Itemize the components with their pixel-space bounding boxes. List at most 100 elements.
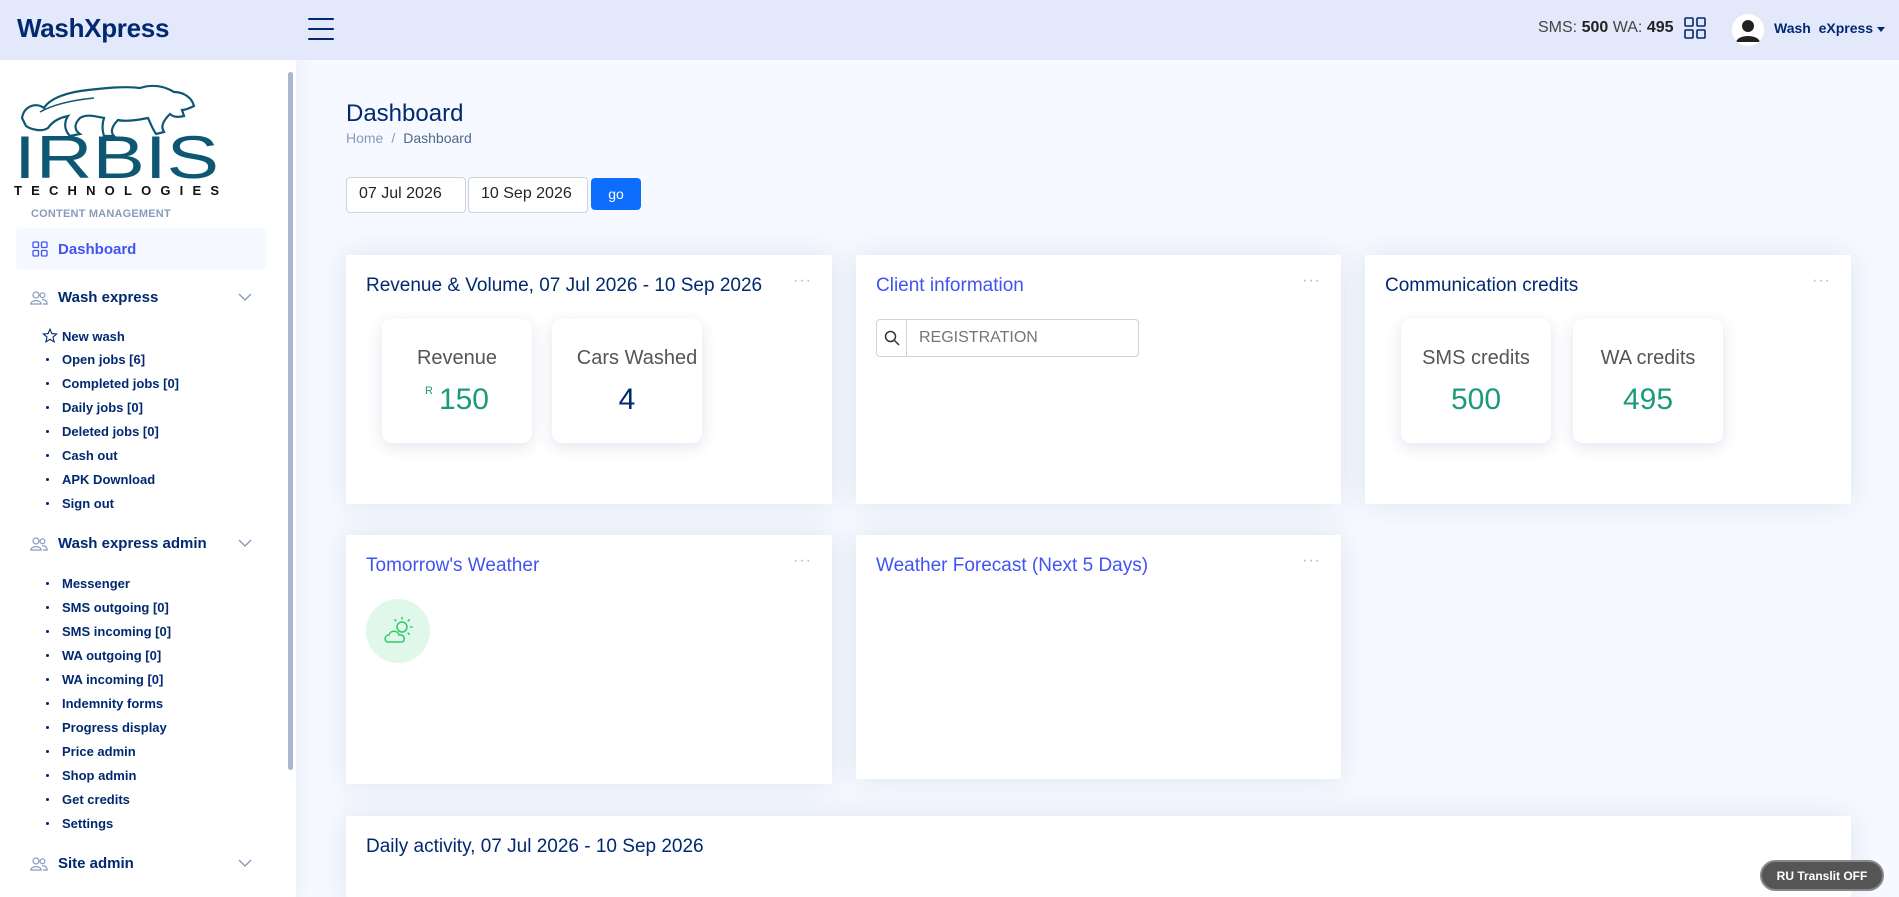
sidebar-item-label: Indemnity forms <box>62 696 164 711</box>
currency-symbol: R <box>424 385 433 397</box>
caret-down-icon <box>1877 26 1886 32</box>
revenue-card: Revenue & Volume, 07 Jul 2026 - 10 Sep 2… <box>346 255 832 504</box>
user-menu[interactable]: Wash eXpress <box>1774 20 1886 36</box>
sidebar-scrollbar[interactable] <box>288 72 293 770</box>
sidebar-item-label: Settings <box>62 816 114 831</box>
revenue-stat: Revenue R 150 <box>382 319 532 443</box>
sidebar-item-label: New wash <box>62 328 125 344</box>
sidebar-item-cash-out[interactable]: Cash out <box>46 448 118 463</box>
sidebar-item-sms-incoming[interactable]: SMS incoming [0] <box>46 624 171 639</box>
client-info-card: Client information ··· <box>856 255 1341 504</box>
sidebar-item-price-admin[interactable]: Price admin <box>46 744 136 759</box>
go-button[interactable]: go <box>591 178 641 210</box>
sidebar-item-label: SMS incoming [0] <box>62 624 172 639</box>
revenue-amount: 150 <box>438 383 489 416</box>
sidebar-item-indemnity-forms[interactable]: Indemnity forms <box>46 696 163 711</box>
app-logo-text[interactable]: WashXpress <box>17 13 169 44</box>
sms-credits-stat: SMS credits 500 <box>1401 319 1551 443</box>
apps-grid-icon[interactable] <box>1683 16 1707 40</box>
chevron-down-icon <box>238 859 252 867</box>
daily-activity-card: Daily activity, 07 Jul 2026 - 10 Sep 202… <box>346 816 1851 897</box>
credit-summary: SMS: 500 WA: 495 <box>1538 19 1674 37</box>
sidebar-group-label: Wash express admin <box>58 535 207 552</box>
more-options-icon[interactable]: ··· <box>793 272 812 290</box>
sidebar-item-wa-outgoing[interactable]: WA outgoing [0] <box>46 648 161 663</box>
sidebar-item-label: APK Download <box>62 472 156 487</box>
card-title: Tomorrow's Weather <box>366 555 540 576</box>
communication-credits-card: Communication credits ··· SMS credits 50… <box>1365 255 1851 504</box>
sidebar-item-progress-display[interactable]: Progress display <box>46 720 167 735</box>
sidebar-item-label: Shop admin <box>62 768 137 783</box>
sidebar-item-label: WA incoming [0] <box>62 672 164 687</box>
wa-credits-stat: WA credits 495 <box>1573 319 1723 443</box>
card-title: Weather Forecast (Next 5 Days) <box>876 555 1149 576</box>
more-options-icon[interactable]: ··· <box>793 552 812 570</box>
wa-credit-value: 495 <box>1646 19 1674 36</box>
card-title: Revenue & Volume, 07 Jul 2026 - 10 Sep 2… <box>366 275 763 296</box>
sidebar-item-label: Completed jobs [0] <box>62 376 180 391</box>
more-options-icon[interactable]: ··· <box>1302 552 1321 570</box>
sidebar-group-site-admin[interactable]: Site admin <box>30 855 252 872</box>
date-to-input[interactable]: 10 Sep 2026 <box>468 177 588 213</box>
chevron-down-icon <box>238 539 252 547</box>
sidebar-item-get-credits[interactable]: Get credits <box>46 792 130 807</box>
sidebar-group-wash-express[interactable]: Wash express <box>30 289 252 306</box>
page-title: Dashboard <box>346 100 464 127</box>
card-title: Communication credits <box>1385 275 1579 296</box>
sms-credit-label: SMS: <box>1538 19 1578 36</box>
sidebar-item-deleted-jobs[interactable]: Deleted jobs [0] <box>46 424 159 439</box>
sms-credits-label: SMS credits <box>1422 347 1530 369</box>
sidebar-item-open-jobs[interactable]: Open jobs [6] <box>46 352 145 367</box>
sidebar-item-apk-download[interactable]: APK Download <box>46 472 155 487</box>
sidebar-item-settings[interactable]: Settings <box>46 816 113 831</box>
sidebar-group-wash-express-admin[interactable]: Wash express admin <box>30 535 252 552</box>
cars-washed-value: 4 <box>618 383 636 416</box>
user-avatar[interactable] <box>1732 14 1764 46</box>
people-icon <box>30 856 48 871</box>
more-options-icon[interactable]: ··· <box>1302 272 1321 290</box>
sidebar-item-label: Deleted jobs [0] <box>62 424 159 439</box>
sidebar-item-label: WA outgoing [0] <box>62 648 162 663</box>
star-icon <box>42 328 58 343</box>
more-options-icon[interactable]: ··· <box>1812 272 1831 290</box>
sidebar-item-label: Get credits <box>62 792 130 807</box>
card-title: Client information <box>876 275 1024 296</box>
registration-search <box>876 319 1139 357</box>
date-from-input[interactable]: 07 Jul 2026 <box>346 177 466 213</box>
sidebar-item-sms-outgoing[interactable]: SMS outgoing [0] <box>46 600 169 615</box>
sidebar-item-label: Cash out <box>62 448 118 463</box>
chevron-down-icon <box>238 293 252 301</box>
menu-toggle-icon[interactable] <box>308 18 334 40</box>
sidebar-item-label: Sign out <box>62 496 114 511</box>
sidebar-item-wa-incoming[interactable]: WA incoming [0] <box>46 672 163 687</box>
sidebar-item-dashboard[interactable]: Dashboard <box>16 228 266 270</box>
people-icon <box>30 536 48 551</box>
top-header: WashXpress SMS: 500 WA: 495 Wash eXpress <box>0 0 1899 60</box>
sidebar-item-label: Daily jobs [0] <box>62 400 143 415</box>
sidebar-item-completed-jobs[interactable]: Completed jobs [0] <box>46 376 179 391</box>
breadcrumb-home[interactable]: Home <box>346 130 383 146</box>
sms-credit-value: 500 <box>1581 19 1609 36</box>
partly-cloudy-icon <box>366 599 430 663</box>
wa-credits-label: WA credits <box>1600 347 1696 369</box>
sidebar-item-label: Price admin <box>62 744 136 759</box>
sidebar-item-daily-jobs[interactable]: Daily jobs [0] <box>46 400 143 415</box>
sidebar-item-new-wash[interactable]: New wash <box>42 328 125 344</box>
sidebar: IRBIS TECHNOLOGIES CONTENT MANAGEMENT Da… <box>0 60 296 897</box>
registration-input[interactable] <box>907 320 1138 356</box>
cars-washed-label: Cars Washed <box>576 347 698 369</box>
revenue-value: R 150 <box>382 383 532 417</box>
sidebar-item-label: Dashboard <box>58 240 137 258</box>
breadcrumb-current: Dashboard <box>403 130 472 146</box>
user-name-label: Wash eXpress <box>1774 20 1874 36</box>
sidebar-group-label: Wash express <box>58 289 159 306</box>
translit-toggle-button[interactable]: RU Translit OFF <box>1760 860 1884 891</box>
weather-forecast-card: Weather Forecast (Next 5 Days) ··· <box>856 535 1341 779</box>
sidebar-section-heading: CONTENT MANAGEMENT <box>31 208 171 220</box>
sidebar-item-sign-out[interactable]: Sign out <box>46 496 114 511</box>
sidebar-item-label: Open jobs [6] <box>62 352 146 367</box>
breadcrumb: Home / Dashboard <box>346 130 472 146</box>
sidebar-item-messenger[interactable]: Messenger <box>46 576 130 591</box>
grid-icon <box>32 241 48 257</box>
sidebar-item-shop-admin[interactable]: Shop admin <box>46 768 136 783</box>
